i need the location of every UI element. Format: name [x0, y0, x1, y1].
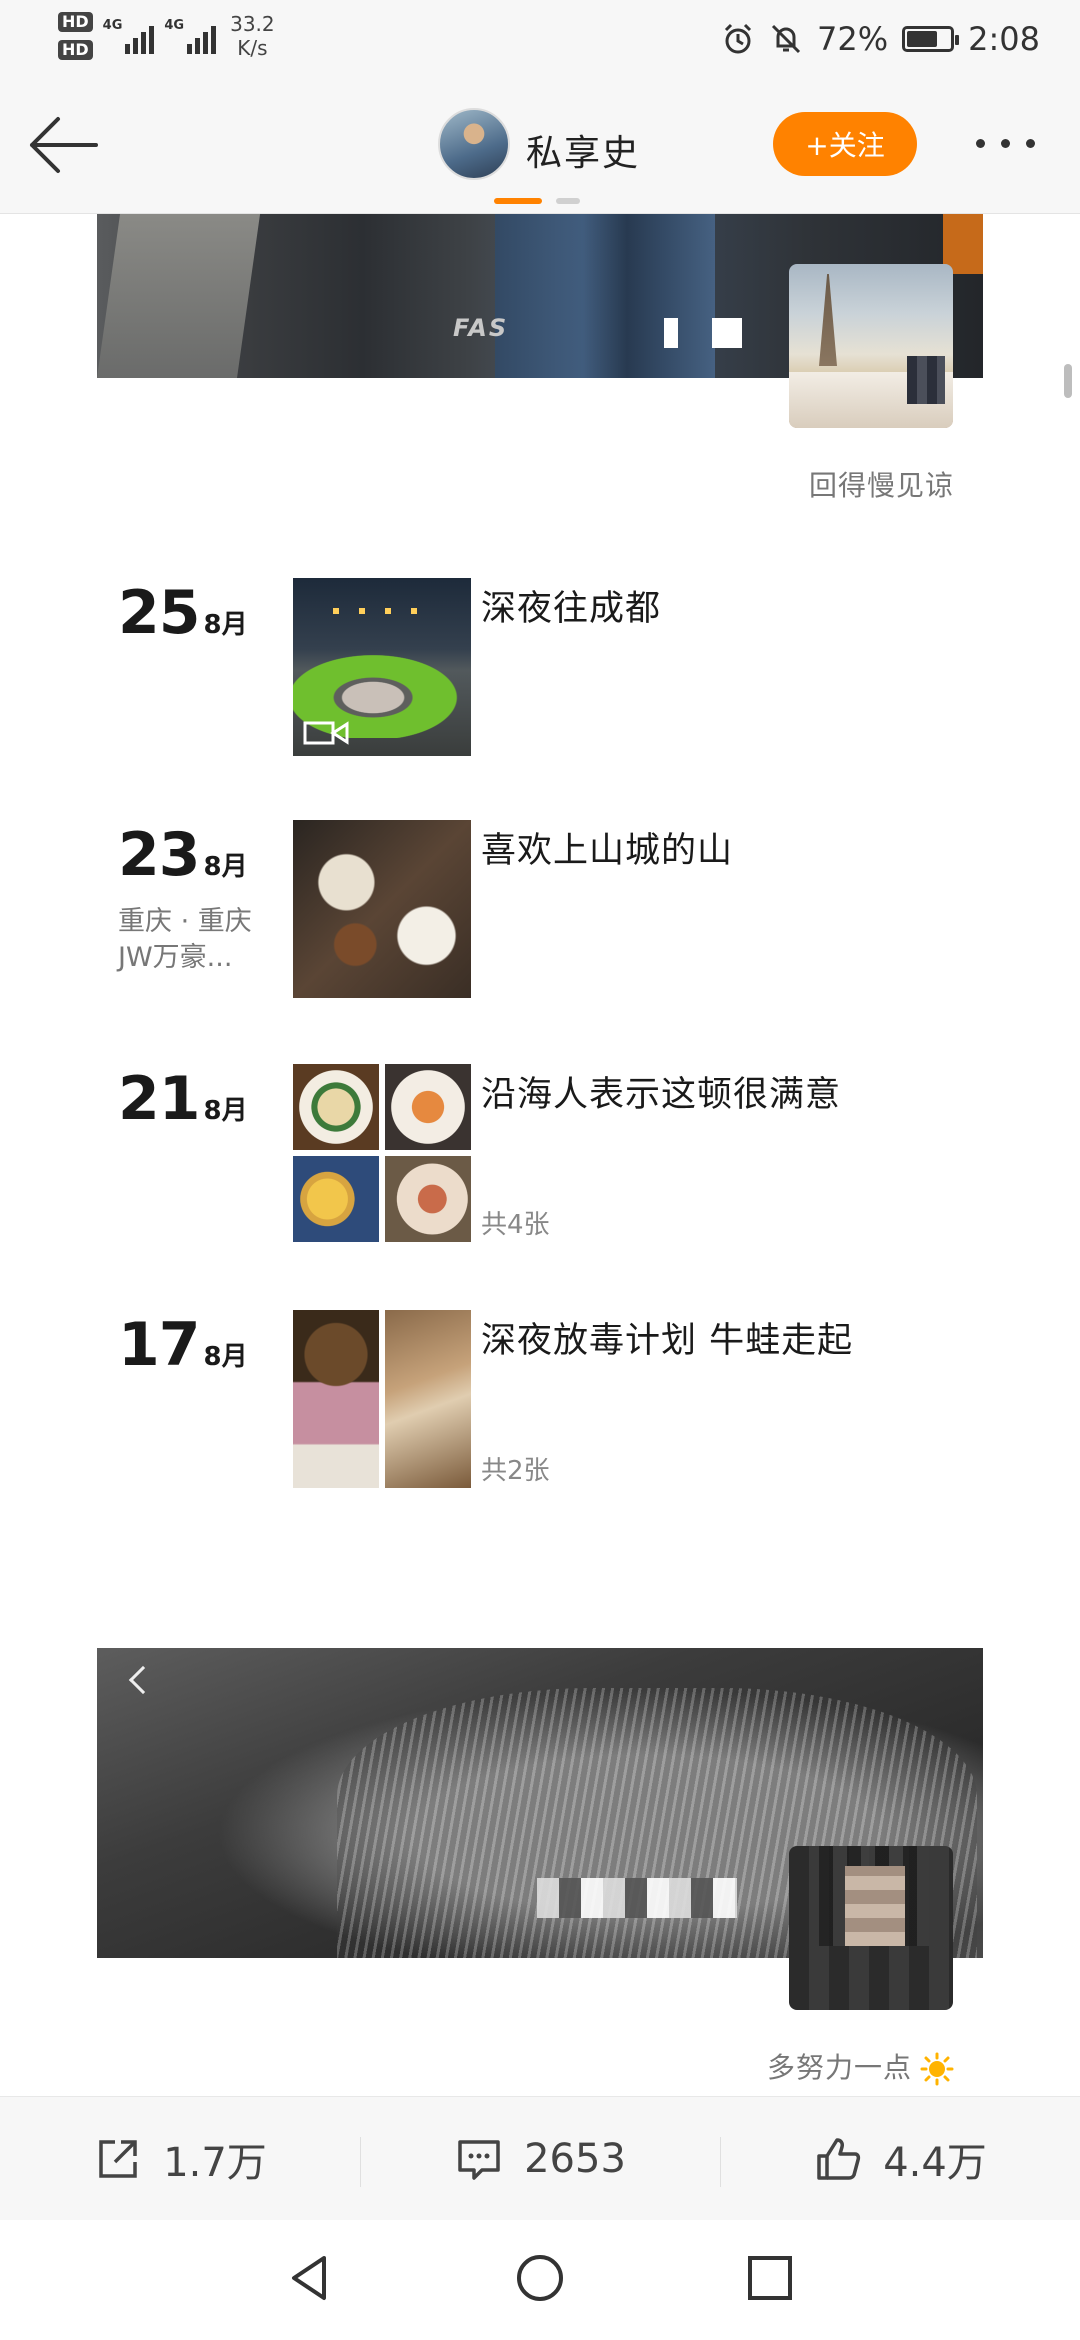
album-thumbnail-bottom[interactable]	[789, 1846, 953, 2010]
grid-photo[interactable]	[293, 1064, 379, 1150]
entry-title: 深夜放毒计划 牛蛙走起	[481, 1321, 854, 1361]
network-speed: 33.2 K/s	[230, 12, 275, 60]
grid-photo[interactable]	[293, 1310, 379, 1488]
page-indicator	[494, 198, 580, 204]
comment-icon	[458, 2139, 500, 2180]
entry-date: 23 8月	[118, 820, 248, 890]
entry-date: 25 8月	[118, 578, 248, 648]
timeline-entry[interactable]: 17 8月 深夜放毒计划 牛蛙走起 共2张	[0, 1310, 1080, 1490]
scrollbar[interactable]	[1064, 364, 1072, 398]
comment-count: 2653	[524, 2135, 626, 2182]
entry-title: 沿海人表示这顿很满意	[481, 1075, 842, 1115]
entry-date: 21 8月	[118, 1064, 248, 1134]
system-navigation-bar	[0, 2220, 1080, 2340]
hd-badges: HD HD	[58, 12, 93, 60]
profile-header: 私享史 +关注	[0, 80, 1080, 214]
network-label-2: 4G	[164, 18, 185, 33]
like-button[interactable]: 4.4万	[720, 2097, 1080, 2220]
entry-photo-grid[interactable]	[293, 1310, 471, 1488]
share-count: 1.7万	[163, 2139, 267, 2186]
battery-fill	[907, 31, 938, 47]
comment-button[interactable]: 2653	[360, 2097, 720, 2220]
entry-photo-thumbnail[interactable]	[293, 820, 471, 998]
battery-icon	[902, 26, 960, 52]
more-dots-icon[interactable]	[976, 128, 1056, 158]
battery-percent: 72%	[817, 20, 889, 58]
like-count: 4.4万	[883, 2139, 987, 2186]
entry-day: 25	[118, 578, 200, 648]
album-caption-bottom-text: 多努力一点	[766, 2051, 912, 2084]
entry-title: 喜欢上山城的山	[481, 831, 734, 871]
thumbs-up-icon	[817, 2137, 861, 2180]
entry-month: 8月	[203, 1342, 248, 1372]
grid-photo[interactable]	[385, 1064, 471, 1150]
network-speed-unit: K/s	[237, 36, 268, 60]
mute-bell-icon	[771, 24, 801, 54]
entry-title: 深夜往成都	[481, 589, 662, 629]
page-indicator-inactive	[556, 198, 580, 204]
grid-photo[interactable]	[293, 1156, 379, 1242]
timeline-entry[interactable]: 21 8月 沿海人表示这顿很满意 共4张	[0, 1064, 1080, 1244]
album-thumbnail-top[interactable]	[789, 264, 953, 428]
status-bar: HD HD 4G 4G 33.2 K/s 72% 2:08	[0, 0, 1080, 80]
entry-photo-grid[interactable]	[293, 1064, 471, 1242]
grid-photo[interactable]	[385, 1156, 471, 1242]
back-arrow-icon[interactable]	[24, 110, 104, 180]
timeline-entry[interactable]: 23 8月 重庆 · 重庆JW万豪... 喜欢上山城的山	[0, 820, 1080, 1000]
hd-badge-1: HD	[58, 12, 93, 32]
signal-icon-2: 4G	[164, 18, 217, 54]
page-indicator-active	[494, 198, 542, 204]
action-bar: 1.7万 2653 4.4万	[0, 2096, 1080, 2220]
clock: 2:08	[968, 20, 1040, 58]
nav-home-icon[interactable]	[510, 2248, 570, 2308]
chevron-left-icon[interactable]	[128, 1665, 158, 1695]
album-caption-bottom: 多努力一点	[767, 2046, 954, 2086]
follow-button[interactable]: +关注	[773, 112, 917, 176]
status-right: 72% 2:08	[721, 20, 1040, 58]
entry-day: 17	[118, 1310, 200, 1380]
video-camera-icon	[303, 721, 349, 745]
avatar[interactable]	[438, 108, 510, 180]
entry-date: 17 8月	[118, 1310, 248, 1380]
follow-button-label: +关注	[805, 129, 885, 162]
sun-emoji-icon	[920, 2052, 954, 2086]
album-caption-top: 回得慢见谅	[808, 469, 954, 502]
network-speed-value: 33.2	[230, 12, 275, 36]
entry-video-thumbnail[interactable]	[293, 578, 471, 756]
nav-back-icon[interactable]	[280, 2248, 340, 2308]
entry-month: 8月	[203, 852, 248, 882]
redaction-mark	[664, 318, 678, 348]
timeline-entry[interactable]: 25 8月 深夜往成都	[0, 578, 1080, 758]
photo-count: 共2张	[481, 1456, 550, 1486]
entry-day: 23	[118, 820, 200, 890]
signal-icon-1: 4G	[103, 18, 155, 54]
status-left: HD HD 4G 4G 33.2 K/s	[58, 12, 275, 60]
redaction-mark	[537, 1878, 737, 1918]
alarm-icon	[724, 23, 752, 54]
nav-recents-icon[interactable]	[740, 2248, 800, 2308]
entry-month: 8月	[203, 610, 248, 640]
photo-count: 共4张	[481, 1210, 550, 1240]
redaction-mark	[712, 318, 742, 348]
network-label-1: 4G	[102, 18, 123, 33]
entry-month: 8月	[203, 1096, 248, 1126]
username[interactable]: 私享史	[526, 124, 640, 176]
entry-day: 21	[118, 1064, 200, 1134]
share-icon	[99, 2139, 137, 2178]
grid-photo[interactable]	[385, 1310, 471, 1488]
hd-badge-2: HD	[58, 40, 93, 60]
share-button[interactable]: 1.7万	[0, 2097, 360, 2220]
entry-location: 重庆 · 重庆JW万豪...	[118, 906, 252, 973]
